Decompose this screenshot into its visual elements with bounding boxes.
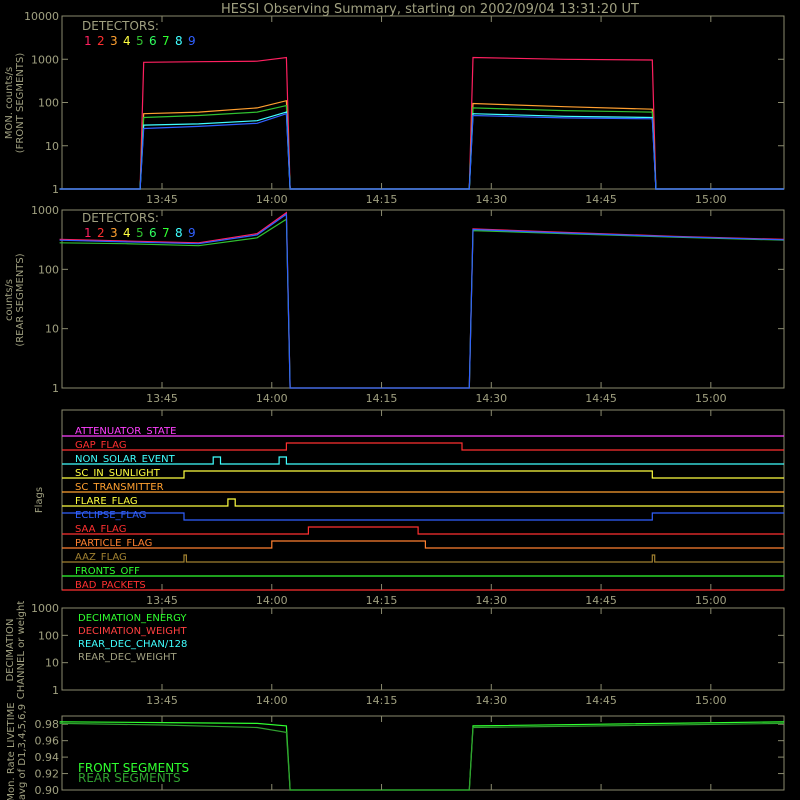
- flag-label-saa-flag: SAA_FLAG: [75, 524, 126, 535]
- decimation-ylabel-line2: CHANNEL or weight: [16, 601, 27, 700]
- y-tick-label: 1000: [31, 602, 59, 615]
- y-tick-label: 100: [38, 263, 59, 276]
- flag-label-sc-transmitter: SC_TRANSMITTER: [75, 482, 164, 493]
- flag-label-aaz-flag: AAZ_FLAG: [75, 552, 127, 563]
- x-tick-label: 13:45: [146, 594, 178, 607]
- x-tick-label: 14:00: [256, 193, 288, 206]
- detector-label-5: 5: [136, 226, 144, 240]
- x-tick-label: 14:45: [585, 594, 617, 607]
- flag-label-eclipse-flag: ECLIPSE_FLAG: [75, 510, 146, 521]
- y-tick-label: 0.96: [35, 735, 60, 748]
- x-tick-label: 13:45: [146, 193, 178, 206]
- detector-label-1: 1: [84, 226, 92, 240]
- flag-label-attenuator-state: ATTENUATOR_STATE: [75, 426, 176, 437]
- x-tick-label: 14:15: [366, 594, 398, 607]
- detector-label-8: 8: [175, 226, 183, 240]
- x-tick-label: 14:30: [475, 594, 507, 607]
- detector-label-6: 6: [149, 226, 157, 240]
- x-tick-label: 14:15: [366, 392, 398, 405]
- livetime-ylabel-line1: Mon. Rate LIVETIME: [6, 702, 17, 800]
- y-tick-label: 0.92: [35, 768, 60, 781]
- y-tick-label: 10000: [24, 10, 59, 23]
- decimation-legend-item: REAR_DEC_WEIGHT: [78, 652, 177, 663]
- flag-label-non-solar-event: NON_SOLAR_EVENT: [75, 454, 176, 465]
- y-tick-label: 0.98: [35, 718, 60, 731]
- livetime-ylabel-line2: avg of D1,3,4,5,6,9: [17, 704, 28, 800]
- front-legend-title: DETECTORS:: [82, 19, 159, 33]
- flag-label-sc-in-sunlight: SC_IN_SUNLIGHT: [75, 468, 161, 479]
- y-tick-label: 10: [45, 140, 59, 153]
- decimation-legend-item: DECIMATION_ENERGY: [78, 613, 187, 624]
- x-tick-label: 14:15: [366, 694, 398, 707]
- x-tick-label: 14:45: [585, 193, 617, 206]
- flag-label-gap-flag: GAP_FLAG: [75, 440, 127, 451]
- detector-label-4: 4: [123, 34, 131, 48]
- front-ylabel-line2: (FRONT SEGMENTS): [15, 53, 26, 154]
- x-tick-label: 15:00: [695, 193, 727, 206]
- x-tick-label: 14:15: [366, 193, 398, 206]
- x-tick-label: 15:00: [695, 694, 727, 707]
- x-tick-label: 13:45: [146, 392, 178, 405]
- detector-label-9: 9: [188, 34, 196, 48]
- x-tick-label: 13:45: [146, 694, 178, 707]
- x-tick-label: 14:30: [475, 193, 507, 206]
- observing-summary-figure: HESSI Observing Summary, starting on 200…: [0, 0, 800, 800]
- detector-label-1: 1: [84, 34, 92, 48]
- front-ylabel-line1: MON. counts/s: [4, 67, 15, 139]
- figure-background: [0, 0, 800, 800]
- detector-label-7: 7: [162, 226, 170, 240]
- livetime-legend-item: REAR SEGMENTS: [78, 771, 181, 785]
- y-tick-label: 100: [38, 97, 59, 110]
- y-tick-label: 1000: [31, 53, 59, 66]
- rear-detector-legend: 123456789: [84, 226, 196, 240]
- y-tick-label: 100: [38, 629, 59, 642]
- detector-label-2: 2: [97, 34, 105, 48]
- x-tick-label: 14:30: [475, 392, 507, 405]
- livetime-legend: FRONT SEGMENTSREAR SEGMENTS: [78, 761, 189, 785]
- rear-ylabel-line2: (REAR SEGMENTS): [15, 253, 26, 346]
- rear-legend-title: DETECTORS:: [82, 211, 159, 225]
- detector-label-6: 6: [149, 34, 157, 48]
- x-tick-label: 15:00: [695, 392, 727, 405]
- rear-ylabel-line1: counts/s: [4, 279, 15, 321]
- flag-label-particle-flag: PARTICLE_FLAG: [75, 538, 152, 549]
- front-detector-legend: 123456789: [84, 34, 196, 48]
- decimation-legend-item: REAR_DEC_CHAN/128: [78, 639, 187, 650]
- x-tick-label: 14:45: [585, 392, 617, 405]
- detector-label-3: 3: [110, 226, 118, 240]
- x-tick-label: 14:00: [256, 594, 288, 607]
- x-tick-label: 14:00: [256, 392, 288, 405]
- x-tick-label: 14:45: [585, 694, 617, 707]
- y-tick-label: 0.90: [35, 784, 60, 797]
- x-tick-label: 14:30: [475, 694, 507, 707]
- decimation-ylabel-line1: DECIMATION: [5, 618, 16, 681]
- detector-label-4: 4: [123, 226, 131, 240]
- y-tick-label: 1: [52, 684, 59, 697]
- detector-label-7: 7: [162, 34, 170, 48]
- y-tick-label: 10: [45, 657, 59, 670]
- detector-label-2: 2: [97, 226, 105, 240]
- flag-label-fronts-off: FRONTS_OFF: [75, 566, 140, 577]
- x-tick-label: 15:00: [695, 594, 727, 607]
- y-tick-label: 0.94: [35, 751, 60, 764]
- y-tick-label: 1: [52, 382, 59, 395]
- detector-label-3: 3: [110, 34, 118, 48]
- flag-label-bad-packets: BAD_PACKETS: [75, 580, 146, 591]
- flag-label-flare-flag: FLARE_FLAG: [75, 496, 138, 507]
- decimation-legend-item: DECIMATION_WEIGHT: [78, 626, 187, 637]
- x-tick-label: 14:00: [256, 694, 288, 707]
- detector-label-5: 5: [136, 34, 144, 48]
- flags-ylabel: Flags: [34, 487, 45, 513]
- y-tick-label: 1: [52, 183, 59, 196]
- y-tick-label: 1000: [31, 204, 59, 217]
- detector-label-8: 8: [175, 34, 183, 48]
- figure-title: HESSI Observing Summary, starting on 200…: [221, 2, 639, 17]
- y-tick-label: 10: [45, 323, 59, 336]
- detector-label-9: 9: [188, 226, 196, 240]
